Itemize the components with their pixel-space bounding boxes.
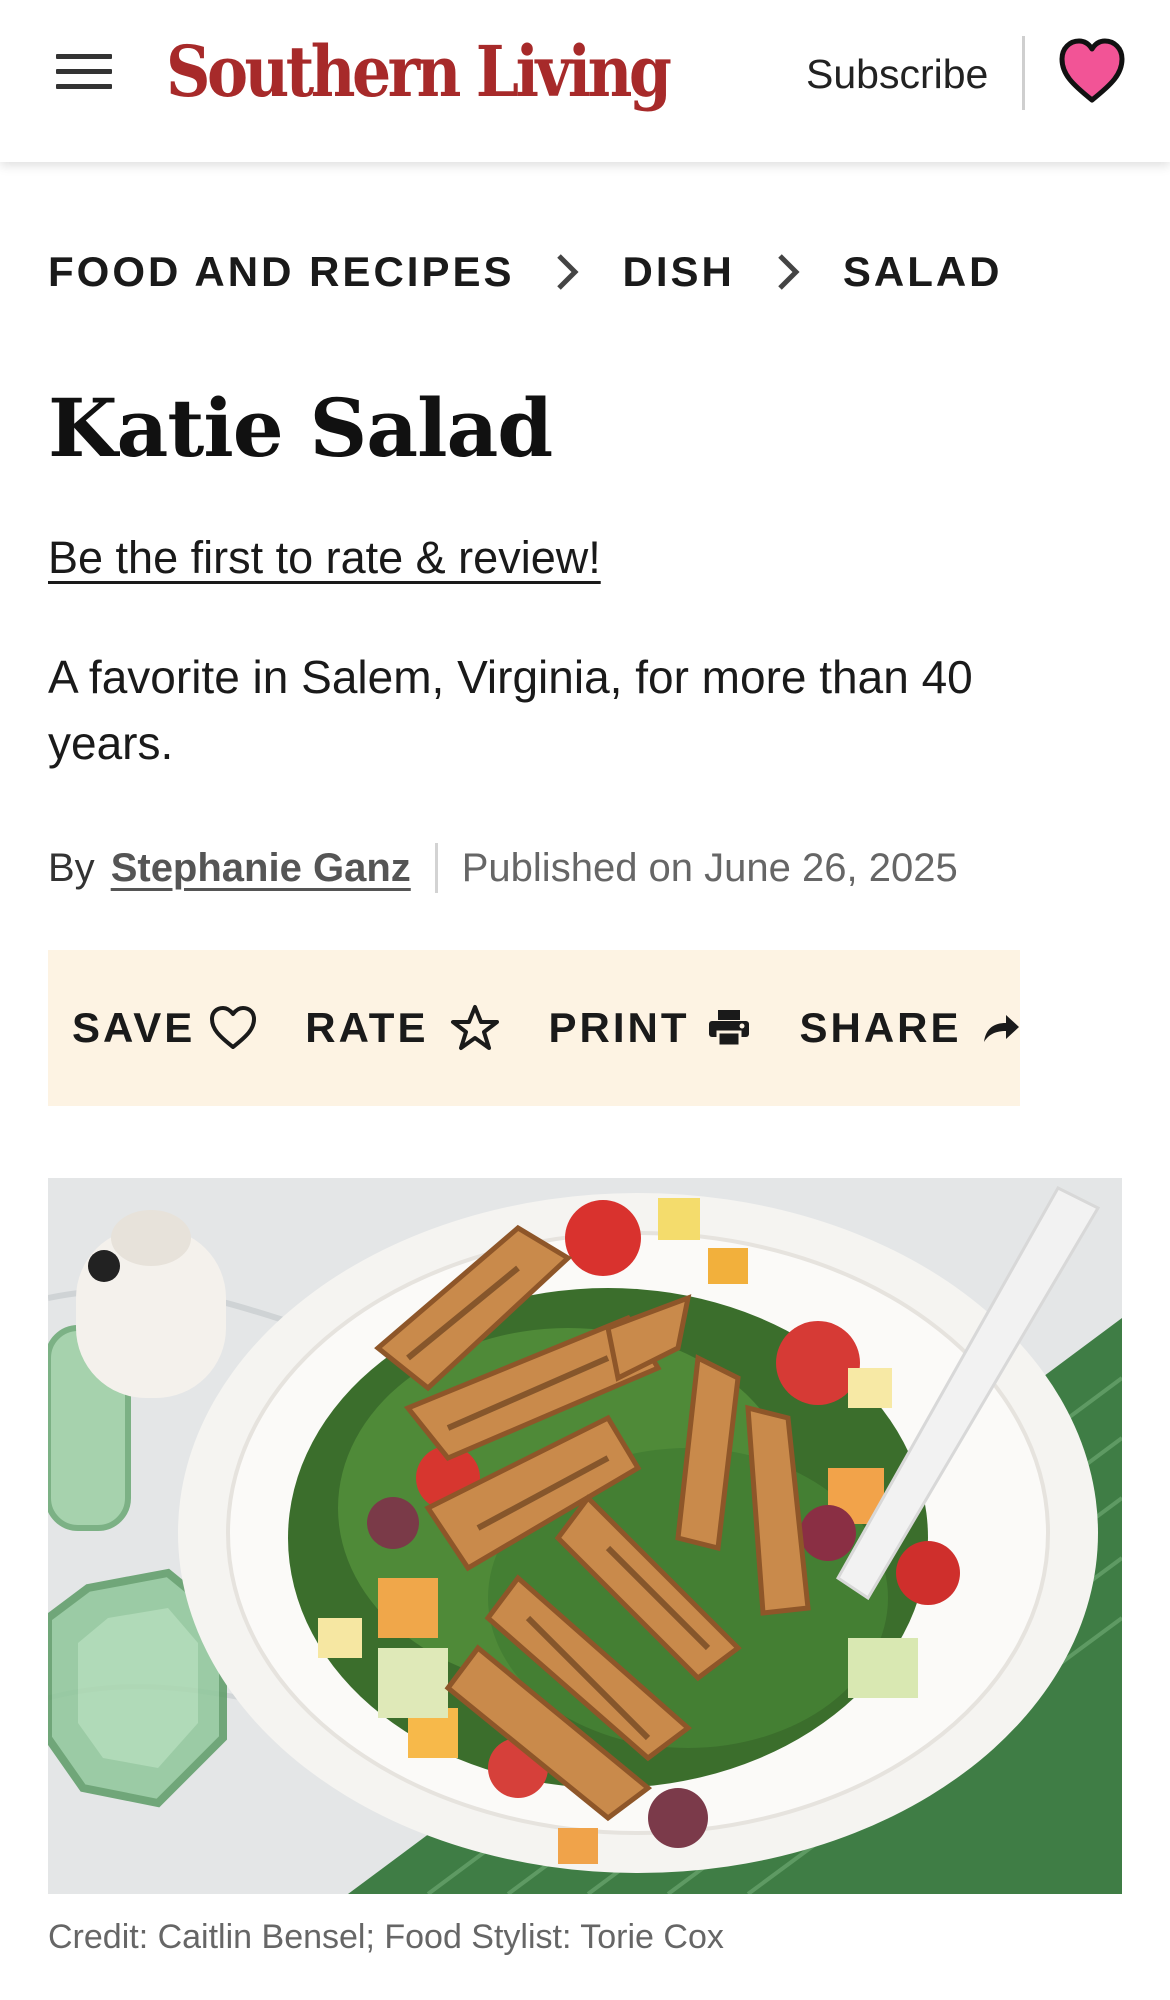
author-link[interactable]: Stephanie Ganz [111, 846, 411, 891]
chevron-right-icon [557, 254, 580, 290]
save-button[interactable]: SAVE [72, 998, 257, 1058]
chevron-right-icon [778, 254, 800, 290]
heart-outline-icon [210, 1006, 257, 1049]
share-label: SHARE [799, 1004, 962, 1051]
star-outline-icon [451, 1005, 500, 1050]
breadcrumb-food-and-recipes[interactable]: FOOD AND RECIPES [48, 248, 514, 296]
share-button[interactable]: SHARE [799, 998, 1021, 1058]
rate-review-link[interactable]: Be the first to rate & review! [48, 532, 601, 584]
subscribe-link[interactable]: Subscribe [806, 44, 988, 104]
site-header: Southern Living Subscribe [0, 0, 1170, 162]
article-description: A favorite in Salem, Virginia, for more … [48, 651, 973, 769]
printer-icon [709, 1010, 750, 1048]
photo-credit: Credit: Caitlin Bensel; Food Stylist: To… [48, 1918, 724, 1956]
action-bar: SAVE RATE PRINT SHARE [48, 950, 1020, 1106]
breadcrumb-dish[interactable]: DISH [622, 248, 734, 296]
print-button[interactable]: PRINT [548, 998, 751, 1058]
breadcrumb: FOOD AND RECIPES DISH SALAD [48, 240, 1003, 304]
hamburger-menu-icon[interactable] [56, 54, 112, 94]
published-date: Published on June 26, 2025 [461, 845, 958, 890]
heart-icon[interactable] [1058, 36, 1126, 108]
rate-button[interactable]: RATE [305, 998, 500, 1058]
hero-image [48, 1178, 1122, 1894]
share-arrow-icon [983, 1015, 1019, 1042]
print-label: PRINT [548, 1004, 690, 1051]
page-title: Katie Salad [48, 381, 553, 475]
byline-by-label: By [48, 845, 95, 890]
header-divider [1022, 36, 1025, 110]
site-logo[interactable]: Southern Living [166, 22, 672, 122]
byline: By Stephanie Ganz Published on June 26, … [48, 838, 958, 898]
breadcrumb-salad[interactable]: SALAD [843, 248, 1003, 296]
save-label: SAVE [72, 1004, 196, 1051]
byline-divider [434, 843, 438, 893]
rate-label: RATE [305, 1004, 429, 1051]
